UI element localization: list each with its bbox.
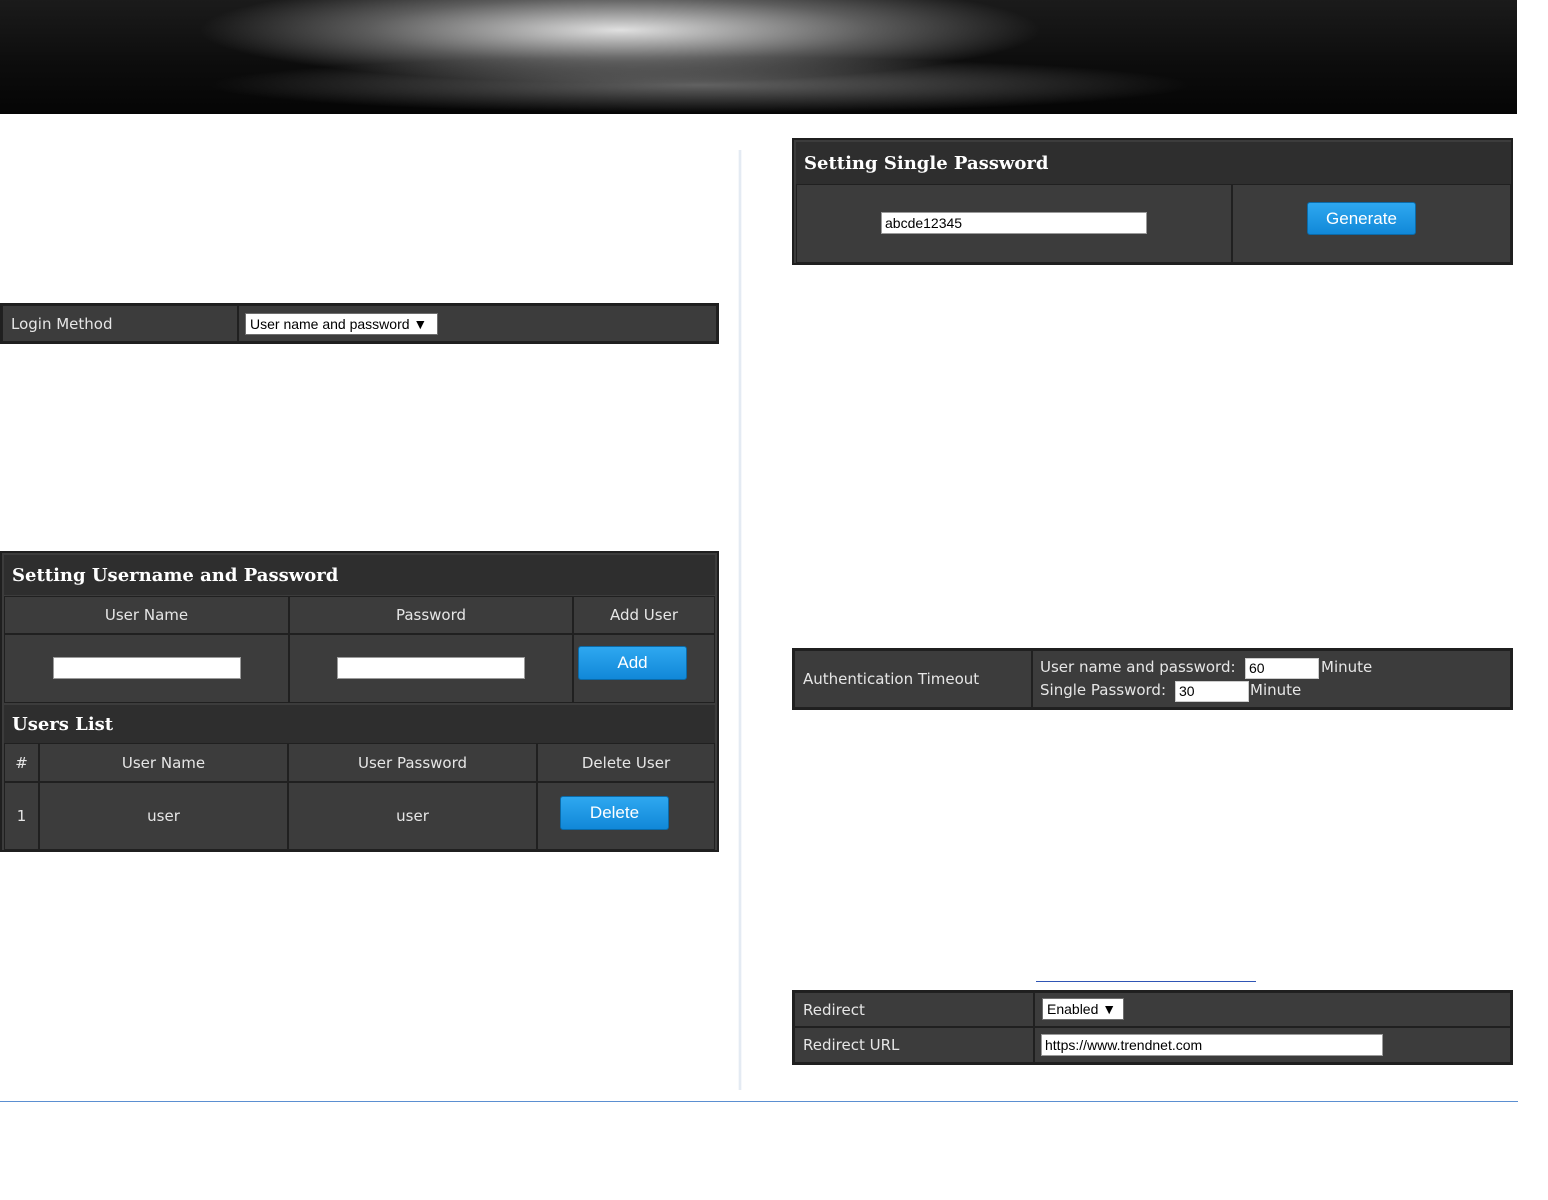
delete-user-button[interactable]: Delete (560, 796, 669, 830)
add-user-button[interactable]: Add (578, 646, 687, 680)
col-index: # (4, 743, 39, 782)
col-delete-user: Delete User (537, 743, 715, 782)
timeout-single-input[interactable]: 30 (1175, 681, 1249, 702)
col-user-password: User Password (288, 743, 537, 782)
redirect-url-label-cell: Redirect URL (794, 1027, 1034, 1063)
auth-timeout-label: Authentication Timeout (803, 670, 980, 688)
redirect-label: Redirect (803, 1000, 865, 1019)
redirect-label-cell: Redirect (794, 992, 1034, 1027)
redirect-panel: Redirect Enabled ▼ Redirect URL https://… (792, 990, 1513, 1065)
user-name-input[interactable] (53, 657, 241, 679)
table-row-index: 1 (4, 782, 39, 850)
single-password-input[interactable]: abcde12345 (881, 212, 1147, 234)
timeout-single-label: Single Password: (1040, 681, 1166, 699)
password-input[interactable] (337, 657, 525, 679)
timeout-user-pw-unit: Minute (1321, 658, 1373, 676)
login-method-label-cell: Login Method (2, 305, 238, 342)
auth-timeout-label-cell: Authentication Timeout (794, 650, 1032, 708)
col-list-user-name: User Name (39, 743, 288, 782)
timeout-user-pw-input[interactable]: 60 (1245, 658, 1319, 679)
col-add-user: Add User (573, 596, 715, 634)
col-user-name: User Name (4, 596, 289, 634)
column-divider (738, 150, 742, 1090)
link-underline (1036, 981, 1256, 982)
generate-button[interactable]: Generate (1307, 202, 1416, 235)
login-method-panel: Login Method User name and password ▼ (0, 303, 719, 344)
col-password: Password (289, 596, 573, 634)
login-method-label: Login Method (11, 314, 113, 333)
table-row-user-name: user (39, 782, 288, 850)
table-row-user-password: user (288, 782, 537, 850)
redirect-select[interactable]: Enabled ▼ (1042, 998, 1124, 1020)
auth-timeout-panel: Authentication Timeout User name and pas… (792, 648, 1513, 710)
users-panel: Setting Username and Password User Name … (0, 551, 719, 852)
redirect-url-label: Redirect URL (803, 1036, 900, 1054)
users-panel-title: Setting Username and Password (4, 555, 715, 595)
timeout-user-pw-label: User name and password: (1040, 658, 1236, 676)
redirect-url-input[interactable]: https://www.trendnet.com (1041, 1034, 1383, 1056)
users-list-title: Users List (4, 705, 715, 743)
header-banner (0, 0, 1517, 114)
timeout-single-unit: Minute (1250, 681, 1302, 699)
footer-divider (0, 1101, 1518, 1102)
single-password-title: Setting Single Password (796, 142, 1511, 184)
single-password-panel: Setting Single Password abcde12345 Gener… (792, 138, 1513, 265)
login-method-select[interactable]: User name and password ▼ (245, 313, 438, 335)
